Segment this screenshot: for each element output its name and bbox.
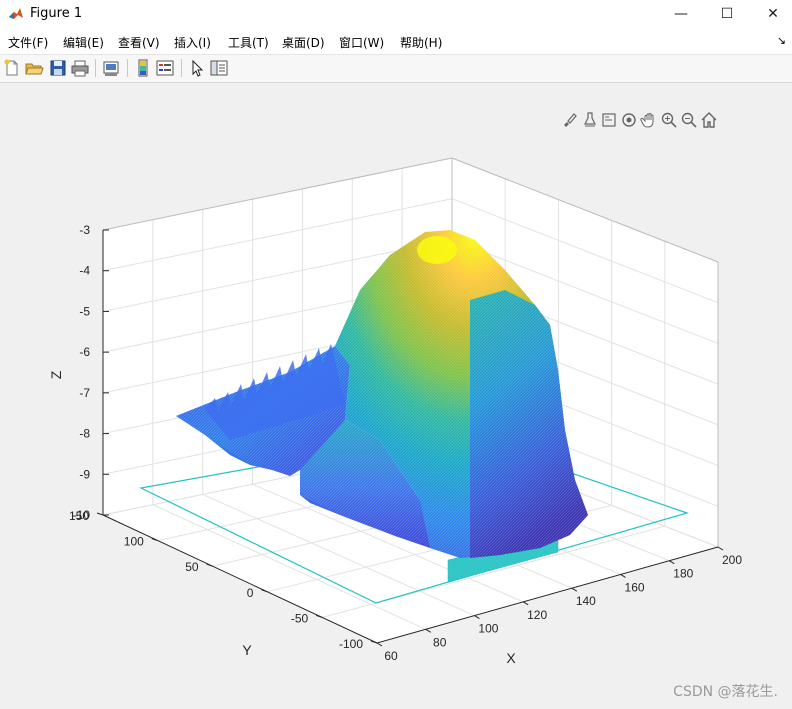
x-tick-mark bbox=[522, 601, 529, 606]
x-tick-mark bbox=[717, 546, 724, 551]
x-tick-label: 80 bbox=[433, 635, 447, 649]
z-tick-label: -6 bbox=[79, 345, 90, 359]
x-tick-mark bbox=[620, 573, 626, 578]
y-tick-label: -100 bbox=[339, 637, 363, 651]
x-tick-label: 100 bbox=[478, 622, 498, 636]
y-tick-mark bbox=[96, 512, 104, 516]
z-tick-label: -10 bbox=[73, 508, 91, 522]
watermark: CSDN @落花生. bbox=[673, 684, 778, 700]
x-tick-label: 60 bbox=[384, 649, 398, 663]
y-tick-label: 0 bbox=[247, 586, 254, 600]
x-tick-mark bbox=[571, 587, 578, 592]
surface-plot[interactable]: 6080100120140160180200-100-50050100150-1… bbox=[0, 0, 792, 709]
z-tick-label: -5 bbox=[79, 304, 90, 318]
x-tick-mark bbox=[474, 615, 480, 620]
z-tick-label: -8 bbox=[79, 427, 90, 441]
z-tick-label: -4 bbox=[79, 264, 90, 278]
x-tick-label: 120 bbox=[527, 608, 547, 622]
y-tick-label: -50 bbox=[291, 611, 309, 625]
x-axis-label: X bbox=[506, 650, 516, 666]
x-tick-mark bbox=[669, 560, 675, 565]
x-tick-label: 140 bbox=[576, 594, 596, 608]
x-tick-mark bbox=[376, 642, 383, 647]
x-tick-mark bbox=[425, 628, 431, 633]
surface-peak-highlight bbox=[417, 236, 457, 264]
z-tick-label: -7 bbox=[79, 386, 90, 400]
z-tick-label: -9 bbox=[79, 467, 90, 481]
x-tick-label: 160 bbox=[625, 580, 645, 594]
z-axis-label: Z bbox=[48, 370, 64, 379]
y-tick-label: 100 bbox=[124, 535, 144, 549]
x-tick-label: 200 bbox=[722, 553, 742, 567]
y-tick-label: 50 bbox=[185, 560, 199, 574]
y-axis-label: Y bbox=[242, 642, 252, 658]
x-tick-label: 180 bbox=[673, 567, 693, 581]
z-tick-label: -3 bbox=[79, 223, 90, 237]
